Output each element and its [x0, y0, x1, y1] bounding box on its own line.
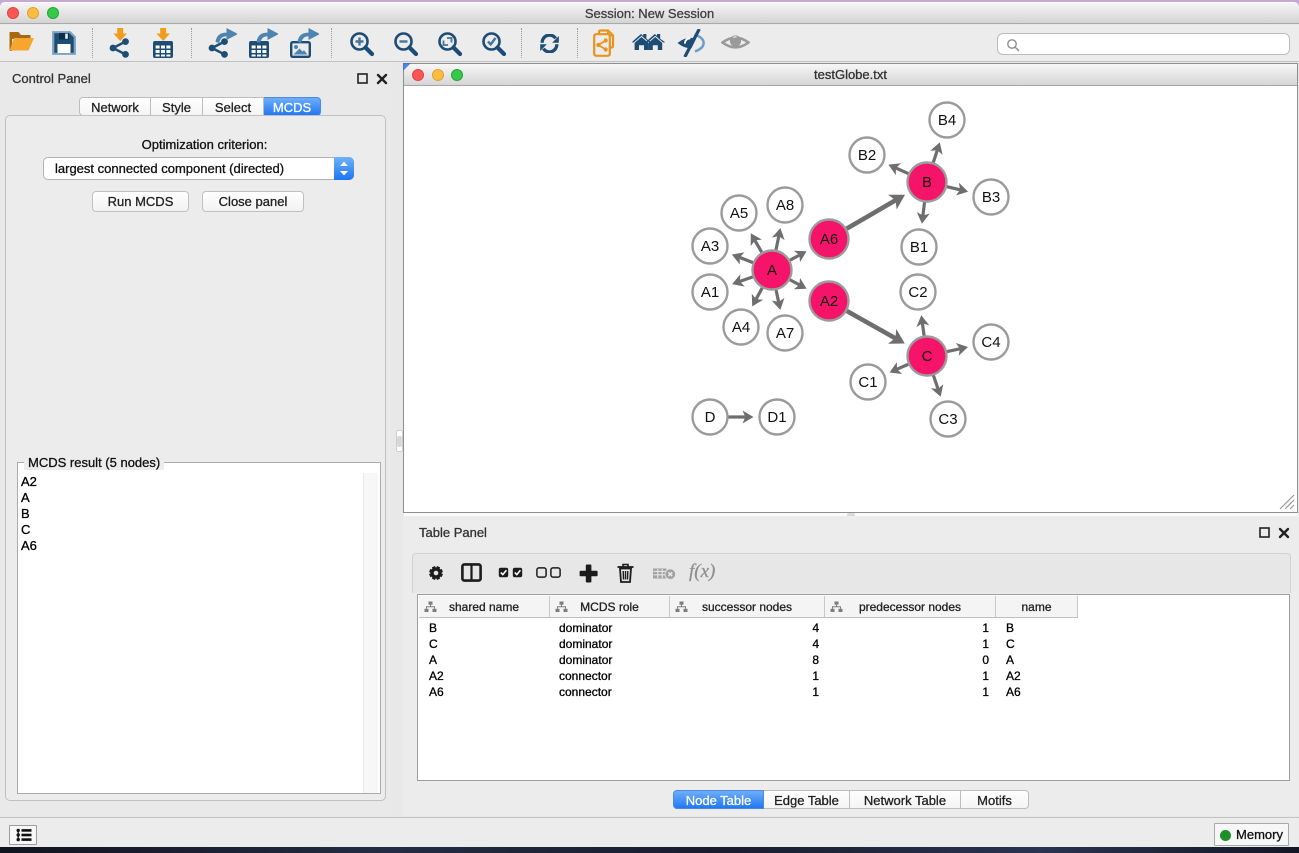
- svg-text:A7: A7: [776, 325, 794, 342]
- svg-text:B: B: [922, 174, 932, 191]
- svg-text:C2: C2: [908, 284, 927, 301]
- svg-text:A5: A5: [730, 205, 748, 222]
- svg-text:C4: C4: [981, 334, 1000, 351]
- svg-text:D: D: [705, 409, 716, 426]
- svg-text:B1: B1: [910, 239, 928, 256]
- svg-text:A1: A1: [701, 284, 719, 301]
- svg-text:A3: A3: [701, 238, 719, 255]
- svg-text:A8: A8: [776, 197, 794, 214]
- svg-text:C1: C1: [858, 374, 877, 391]
- svg-text:C: C: [922, 348, 933, 365]
- svg-text:A4: A4: [732, 319, 750, 336]
- svg-text:A: A: [767, 262, 777, 279]
- svg-text:D1: D1: [767, 409, 786, 426]
- svg-text:B3: B3: [982, 189, 1000, 206]
- svg-text:C3: C3: [938, 411, 957, 428]
- svg-text:B2: B2: [858, 147, 876, 164]
- svg-text:B4: B4: [938, 112, 956, 129]
- svg-text:A2: A2: [820, 293, 838, 310]
- svg-text:A6: A6: [820, 231, 838, 248]
